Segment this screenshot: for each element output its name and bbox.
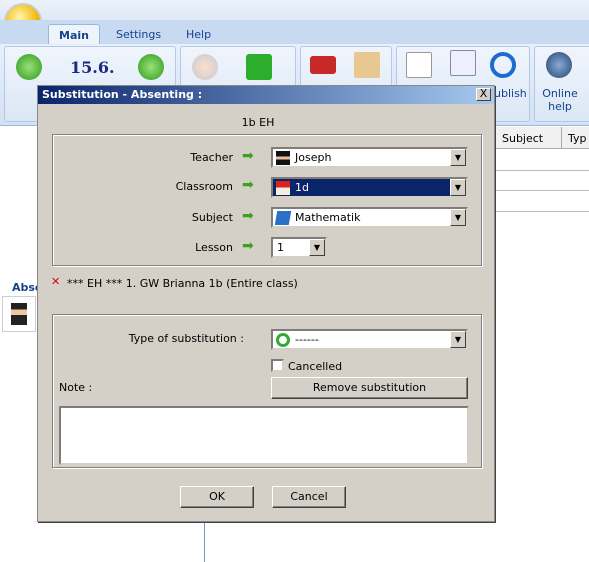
column-subject[interactable]: Subject — [495, 127, 561, 149]
book-icon — [274, 211, 292, 225]
close-button[interactable]: X — [476, 88, 491, 101]
substitution-type-icon — [276, 333, 290, 347]
chevron-down-icon[interactable]: ▼ — [450, 179, 466, 196]
delete-x-icon[interactable]: ✕ — [51, 275, 60, 288]
absent-teacher-avatar[interactable] — [2, 296, 36, 332]
arrow-right-icon[interactable]: ➡ — [242, 239, 258, 253]
grid-line — [495, 211, 589, 212]
dialog-title: Substitution - Absenting : — [38, 86, 494, 104]
column-type[interactable]: Typ — [561, 127, 589, 149]
arrow-right-icon[interactable]: ➡ — [242, 209, 258, 223]
stapler-icon[interactable] — [310, 56, 336, 74]
teacher-icon — [276, 151, 290, 165]
tab-help[interactable]: Help — [176, 24, 221, 44]
chevron-down-icon[interactable]: ▼ — [450, 331, 466, 348]
title-bar — [0, 0, 589, 20]
chevron-down-icon[interactable]: ▼ — [309, 239, 325, 256]
arrow-right-icon[interactable]: ➡ — [242, 149, 258, 163]
teacher-value: Joseph — [295, 151, 332, 164]
subject-label: Subject — [191, 211, 233, 224]
lesson-label: Lesson — [195, 241, 233, 254]
online-help-icon[interactable] — [546, 52, 572, 78]
lesson-select[interactable]: 1 ▼ — [271, 237, 327, 258]
chevron-down-icon[interactable]: ▼ — [450, 149, 466, 166]
teacher-select[interactable]: Joseph ▼ — [271, 147, 468, 168]
ok-button[interactable]: OK — [180, 486, 254, 508]
arrow-right-icon[interactable]: ➡ — [242, 178, 258, 192]
classroom-value: 1d — [295, 181, 309, 194]
preview-icon[interactable] — [406, 52, 432, 78]
cancelled-label: Cancelled — [288, 360, 343, 373]
next-day-icon[interactable] — [138, 54, 164, 80]
note-label: Note : — [59, 381, 93, 394]
cube-icon[interactable] — [246, 54, 272, 80]
classroom-select[interactable]: 1d ▼ — [271, 177, 468, 198]
type-label: Type of substitution : — [128, 332, 244, 345]
teacher-label: Teacher — [190, 151, 233, 164]
export-icon[interactable] — [450, 50, 476, 76]
cancelled-checkbox[interactable] — [271, 359, 284, 372]
lesson-value: 1 — [277, 241, 284, 254]
type-of-substitution-select[interactable]: ------ ▼ — [271, 329, 468, 350]
publish-label[interactable]: ublish — [494, 87, 527, 100]
previous-day-icon[interactable] — [16, 54, 42, 80]
classroom-label: Classroom — [175, 180, 233, 193]
tab-main[interactable]: Main — [48, 24, 100, 44]
tab-settings[interactable]: Settings — [106, 24, 171, 44]
date-label: 15.6. — [70, 58, 115, 77]
online-help-label[interactable]: Online help — [538, 87, 582, 113]
subject-select[interactable]: Mathematik ▼ — [271, 207, 468, 228]
chevron-down-icon[interactable]: ▼ — [450, 209, 466, 226]
teacher-icon[interactable] — [192, 54, 218, 80]
dialog-header: 1b EH — [241, 116, 275, 129]
subject-value: Mathematik — [295, 211, 361, 224]
note-textarea[interactable] — [59, 406, 469, 465]
substitution-dialog: Substitution - Absenting : X 1b EH Teach… — [37, 85, 495, 522]
remove-substitution-button[interactable]: Remove substitution — [271, 377, 468, 399]
timetable-search-icon[interactable] — [354, 52, 380, 78]
sync-icon[interactable] — [490, 52, 516, 78]
type-value: ------ — [295, 333, 319, 346]
grid-line — [495, 190, 589, 191]
grid-line — [495, 170, 589, 171]
house-icon — [276, 181, 290, 195]
lesson-info: *** EH *** 1. GW Brianna 1b (Entire clas… — [67, 277, 298, 290]
cancel-button[interactable]: Cancel — [272, 486, 346, 508]
